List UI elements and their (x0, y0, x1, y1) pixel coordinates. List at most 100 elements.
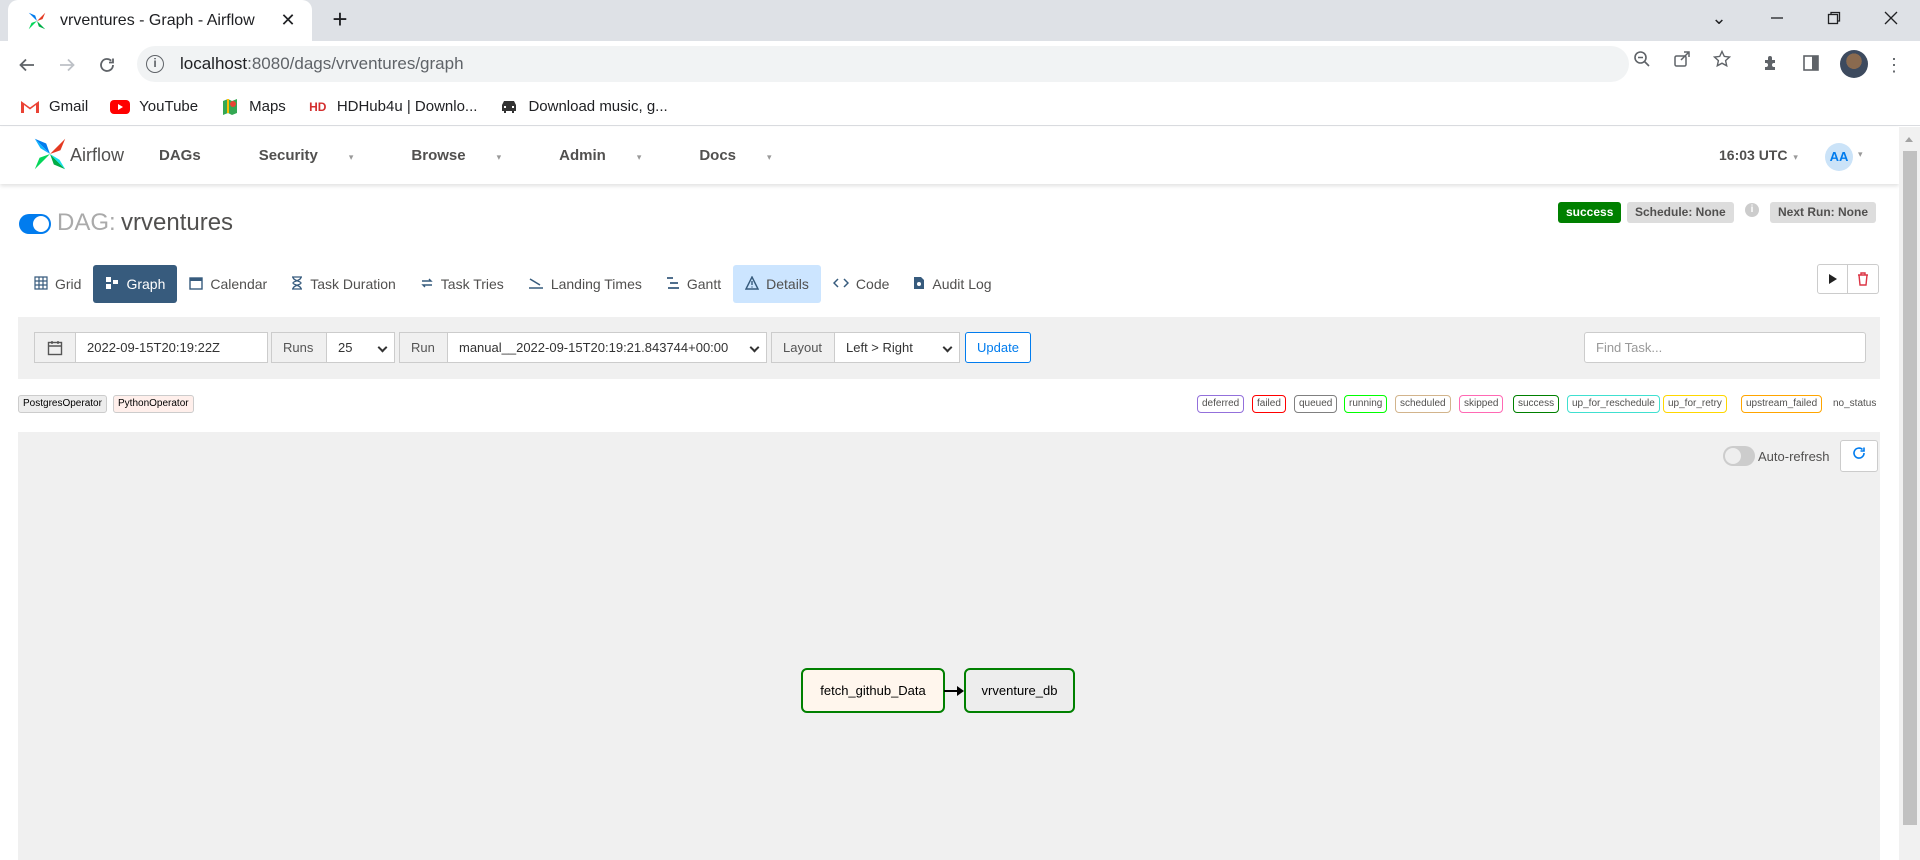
address-bar[interactable]: i localhost:8080/dags/vrventures/graph (137, 46, 1629, 82)
reload-icon[interactable] (91, 49, 123, 81)
airflow-brand[interactable]: Airflow (70, 145, 124, 166)
bookmark-download-music[interactable]: Download music, g... (499, 98, 668, 115)
play-icon (1828, 274, 1837, 284)
menu-security[interactable]: Security ▾ (259, 147, 383, 164)
legend-state-upstream-failed[interactable]: upstream_failed (1741, 395, 1823, 413)
dag-pause-toggle[interactable] (19, 214, 51, 234)
legend-state-queued[interactable]: queued (1294, 395, 1338, 413)
chevron-down-icon: ▾ (1793, 152, 1798, 162)
find-task-input[interactable]: Find Task... (1584, 332, 1866, 363)
landing-icon (528, 276, 544, 293)
zoom-icon[interactable] (1632, 50, 1652, 70)
refresh-button[interactable] (1840, 440, 1878, 472)
new-tab-button[interactable]: + (326, 6, 354, 34)
legend-state-deferred[interactable]: deferred (1197, 395, 1245, 413)
task-node-vrventure-db[interactable]: vrventure_db (964, 668, 1075, 713)
chevron-down-icon: ▾ (348, 152, 354, 162)
tab-audit-log[interactable]: Audit Log (901, 265, 1003, 303)
minimize-icon[interactable] (1755, 0, 1799, 36)
run-select[interactable]: manual__2022-09-15T20:19:21.843744+00:00 (447, 332, 767, 363)
graph-canvas[interactable] (18, 432, 1880, 860)
tab-calendar[interactable]: Calendar (177, 265, 279, 303)
back-icon[interactable] (11, 49, 43, 81)
legend-state-up-for-reschedule[interactable]: up_for_reschedule (1567, 395, 1660, 413)
trigger-dag-button[interactable] (1817, 264, 1848, 294)
chevron-down-icon (749, 342, 760, 353)
tab-search-icon[interactable]: ⌄ (1697, 0, 1741, 36)
profile-avatar[interactable] (1840, 50, 1868, 78)
extensions-icon[interactable] (1760, 54, 1782, 76)
bookmark-youtube[interactable]: YouTube (110, 98, 198, 115)
legend-state-no-status[interactable]: no_status (1828, 395, 1881, 413)
calendar-icon (189, 276, 204, 293)
timezone-dropdown[interactable]: 16:03 UTC ▾ (1719, 147, 1798, 163)
graph-icon (105, 276, 119, 293)
legend-state-failed[interactable]: failed (1252, 395, 1286, 413)
user-avatar[interactable]: AA (1825, 143, 1853, 171)
bookmark-star-icon[interactable] (1712, 49, 1732, 70)
dag-state-badge: success (1558, 202, 1622, 223)
scrollbar-thumb[interactable] (1903, 151, 1917, 825)
layout-label: Layout (771, 332, 835, 363)
side-panel-icon[interactable] (1800, 54, 1822, 76)
airflow-favicon-icon (28, 12, 46, 29)
runs-select[interactable]: 25 (326, 332, 395, 363)
tab-task-duration[interactable]: Task Duration (279, 265, 408, 303)
dag-title: vrventures (121, 209, 234, 236)
menu-docs[interactable]: Docs ▾ (699, 147, 800, 164)
base-date-input[interactable]: 2022-09-15T20:19:22Z (75, 332, 268, 363)
site-info-icon[interactable]: i (146, 55, 164, 73)
refresh-icon (1853, 447, 1865, 459)
bookmark-hdhub[interactable]: HD HDHub4u | Downlo... (308, 98, 477, 115)
gantt-icon (666, 276, 680, 293)
delete-dag-button[interactable] (1848, 264, 1879, 294)
dag-view-tabs: Grid Graph Calendar Task Duration Task T… (22, 265, 1004, 303)
airflow-navbar: Airflow DAGs Security ▾ Browse ▾ Admin ▾ Do… (0, 127, 1899, 184)
forward-icon[interactable] (51, 49, 83, 81)
tab-grid[interactable]: Grid (22, 265, 93, 303)
url-text: localhost:8080/dags/vrventures/graph (180, 54, 464, 73)
menu-browse[interactable]: Browse ▾ (411, 147, 530, 164)
menu-admin[interactable]: Admin ▾ (559, 147, 670, 164)
browser-menu-icon[interactable]: ⋮ (1883, 54, 1905, 76)
tab-landing-times[interactable]: Landing Times (516, 265, 654, 303)
update-button[interactable]: Update (965, 332, 1031, 363)
legend-state-scheduled[interactable]: scheduled (1395, 395, 1451, 413)
tab-details[interactable]: Details (733, 265, 821, 303)
share-icon[interactable] (1672, 50, 1692, 70)
maps-icon (220, 98, 240, 115)
tab-task-tries[interactable]: Task Tries (408, 265, 516, 303)
close-window-icon[interactable] (1869, 0, 1913, 36)
tab-code[interactable]: Code (821, 265, 901, 303)
trash-icon (1858, 272, 1868, 286)
task-node-fetch-github-data[interactable]: fetch_github_Data (801, 668, 945, 713)
page-scrollbar[interactable] (1899, 127, 1920, 860)
bookmark-maps[interactable]: Maps (220, 98, 286, 115)
restore-icon[interactable] (1812, 0, 1856, 36)
legend-state-success[interactable]: success (1513, 395, 1560, 413)
scroll-up-icon[interactable] (1905, 137, 1913, 142)
browser-tab[interactable]: vrventures - Graph - Airflow ✕ (8, 0, 312, 41)
tab-graph[interactable]: Graph (93, 265, 178, 303)
tab-close-icon[interactable]: ✕ (278, 10, 298, 31)
runs-label: Runs (271, 332, 327, 363)
legend-python-operator[interactable]: PythonOperator (113, 395, 194, 413)
legend-state-skipped[interactable]: skipped (1459, 395, 1504, 413)
auto-refresh-toggle[interactable] (1723, 446, 1755, 466)
audit-log-icon (913, 276, 925, 293)
legend-state-up-for-retry[interactable]: up_for_retry (1663, 395, 1727, 413)
dag-action-buttons (1817, 264, 1879, 294)
calendar-icon[interactable] (34, 332, 76, 363)
layout-select[interactable]: Left > Right (834, 332, 960, 363)
legend-postgres-operator[interactable]: PostgresOperator (18, 395, 107, 413)
schedule-badge: Schedule: None (1627, 202, 1734, 223)
airflow-logo-icon[interactable] (31, 135, 69, 173)
chevron-down-icon[interactable]: ▾ (1858, 149, 1863, 160)
retry-icon (420, 276, 434, 293)
bookmark-gmail[interactable]: Gmail (20, 98, 88, 115)
info-icon[interactable]: i (1745, 203, 1759, 217)
menu-dags[interactable]: DAGs (159, 147, 230, 164)
legend-state-running[interactable]: running (1344, 395, 1388, 413)
auto-refresh-label: Auto-refresh (1758, 449, 1830, 464)
tab-gantt[interactable]: Gantt (654, 265, 733, 303)
